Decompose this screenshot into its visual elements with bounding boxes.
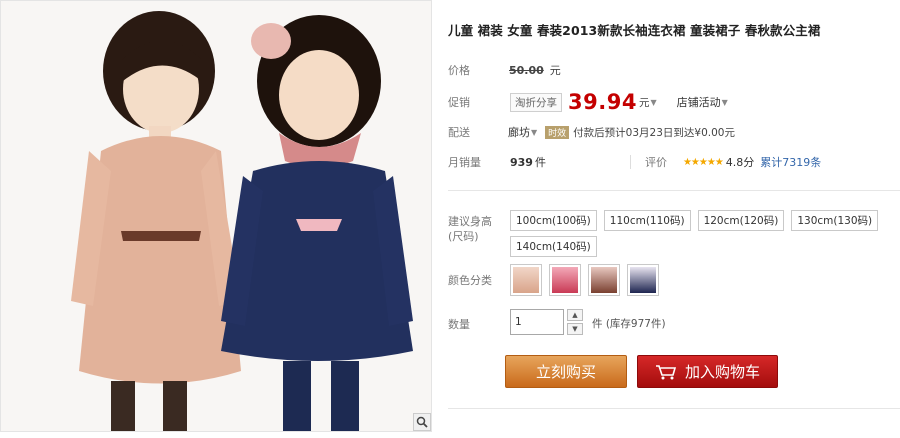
color-swatch-pink-brown[interactable]	[588, 264, 620, 296]
size-label: 建议身高(尺码)	[448, 215, 492, 243]
divider	[629, 155, 631, 169]
original-price: 50.00	[509, 63, 544, 77]
price-row: 价格 50.00 元	[448, 62, 561, 78]
quantity-decrease-button[interactable]: ▼	[567, 323, 583, 335]
shopping-cart-icon	[655, 364, 677, 379]
color-row: 颜色分类	[448, 272, 506, 288]
star-rating-icon: ★★★★★	[682, 156, 724, 168]
buy-now-label: 立刻购买	[535, 363, 596, 381]
color-swatch-navy[interactable]	[627, 264, 659, 296]
product-title: 儿童 裙装 女童 春装2013新款长袖连衣裙 童装裙子 春秋款公主裙	[448, 23, 821, 38]
ship-from-location[interactable]: 廊坊	[508, 124, 530, 140]
magnifier-icon	[416, 416, 428, 428]
size-options: 100cm(100码) 110cm(110码) 120cm(120码) 130c…	[510, 210, 890, 257]
chevron-down-icon[interactable]: ▼	[722, 98, 728, 107]
chevron-down-icon: ▼	[572, 325, 578, 333]
quantity-label: 数量	[448, 318, 470, 331]
shipping-estimate: 付款后预计03月23日到达¥0.00元	[573, 126, 735, 139]
delivery-time-badge: 时效	[545, 125, 570, 139]
chevron-up-icon: ▲	[572, 311, 578, 319]
review-count-link[interactable]: 累计7319条	[760, 154, 821, 170]
promo-label: 促销	[448, 96, 470, 109]
bottom-divider	[448, 408, 900, 409]
promo-tag[interactable]: 淘折分享	[510, 92, 562, 112]
currency-unit: 元	[549, 64, 561, 77]
zoom-button[interactable]	[413, 413, 431, 431]
add-to-cart-button[interactable]: 加入购物车	[637, 355, 778, 388]
sales-row: 月销量 939 件 评价 ★★★★★ 4.8分 累计7319条	[448, 154, 821, 170]
add-to-cart-label: 加入购物车	[684, 363, 760, 381]
monthly-sales-label: 月销量	[448, 156, 481, 169]
size-option[interactable]: 110cm(110码)	[603, 210, 691, 231]
review-label: 评价	[644, 156, 667, 169]
promo-row: 促销 淘折分享 39.94 元 ▼ 店铺活动 ▼	[448, 90, 728, 114]
quantity-row: 数量	[448, 316, 506, 332]
chevron-down-icon[interactable]: ▼	[531, 128, 537, 137]
section-divider	[448, 190, 900, 191]
shop-activity-dropdown[interactable]: 店铺活动	[677, 94, 721, 110]
color-label: 颜色分类	[448, 274, 492, 287]
size-option[interactable]: 100cm(100码)	[510, 210, 597, 231]
shipping-row: 配送 廊坊 ▼ 时效 付款后预计03月23日到达¥0.00元	[448, 124, 735, 140]
size-option[interactable]: 140cm(140码)	[510, 236, 597, 257]
monthly-sales-unit: 件	[534, 156, 546, 169]
quantity-increase-button[interactable]: ▲	[567, 309, 583, 321]
color-swatch-pink-beige[interactable]	[510, 264, 542, 296]
price-label: 价格	[448, 64, 470, 77]
size-option[interactable]: 120cm(120码)	[697, 210, 785, 231]
color-swatches	[510, 264, 659, 296]
size-option[interactable]: 130cm(130码)	[791, 210, 879, 231]
rating-score: 4.8分	[725, 156, 755, 169]
quantity-input[interactable]: 1	[510, 309, 564, 335]
product-photo-illustration	[1, 1, 431, 431]
buy-now-button[interactable]: 立刻购买	[505, 355, 627, 388]
promo-price: 39.94	[568, 90, 637, 114]
product-image[interactable]	[0, 0, 432, 432]
promo-unit: 元	[638, 96, 650, 109]
monthly-sales-count: 939	[510, 155, 533, 169]
shipping-label: 配送	[448, 126, 470, 139]
chevron-down-icon[interactable]: ▼	[650, 98, 656, 107]
product-info-panel: 儿童 裙装 女童 春装2013新款长袖连衣裙 童装裙子 春秋款公主裙 价格 50…	[448, 20, 900, 169]
size-label-wrap: 建议身高(尺码)	[448, 214, 506, 244]
stock-info: 件 (库存977件)	[592, 318, 666, 330]
color-swatch-rose[interactable]	[549, 264, 581, 296]
